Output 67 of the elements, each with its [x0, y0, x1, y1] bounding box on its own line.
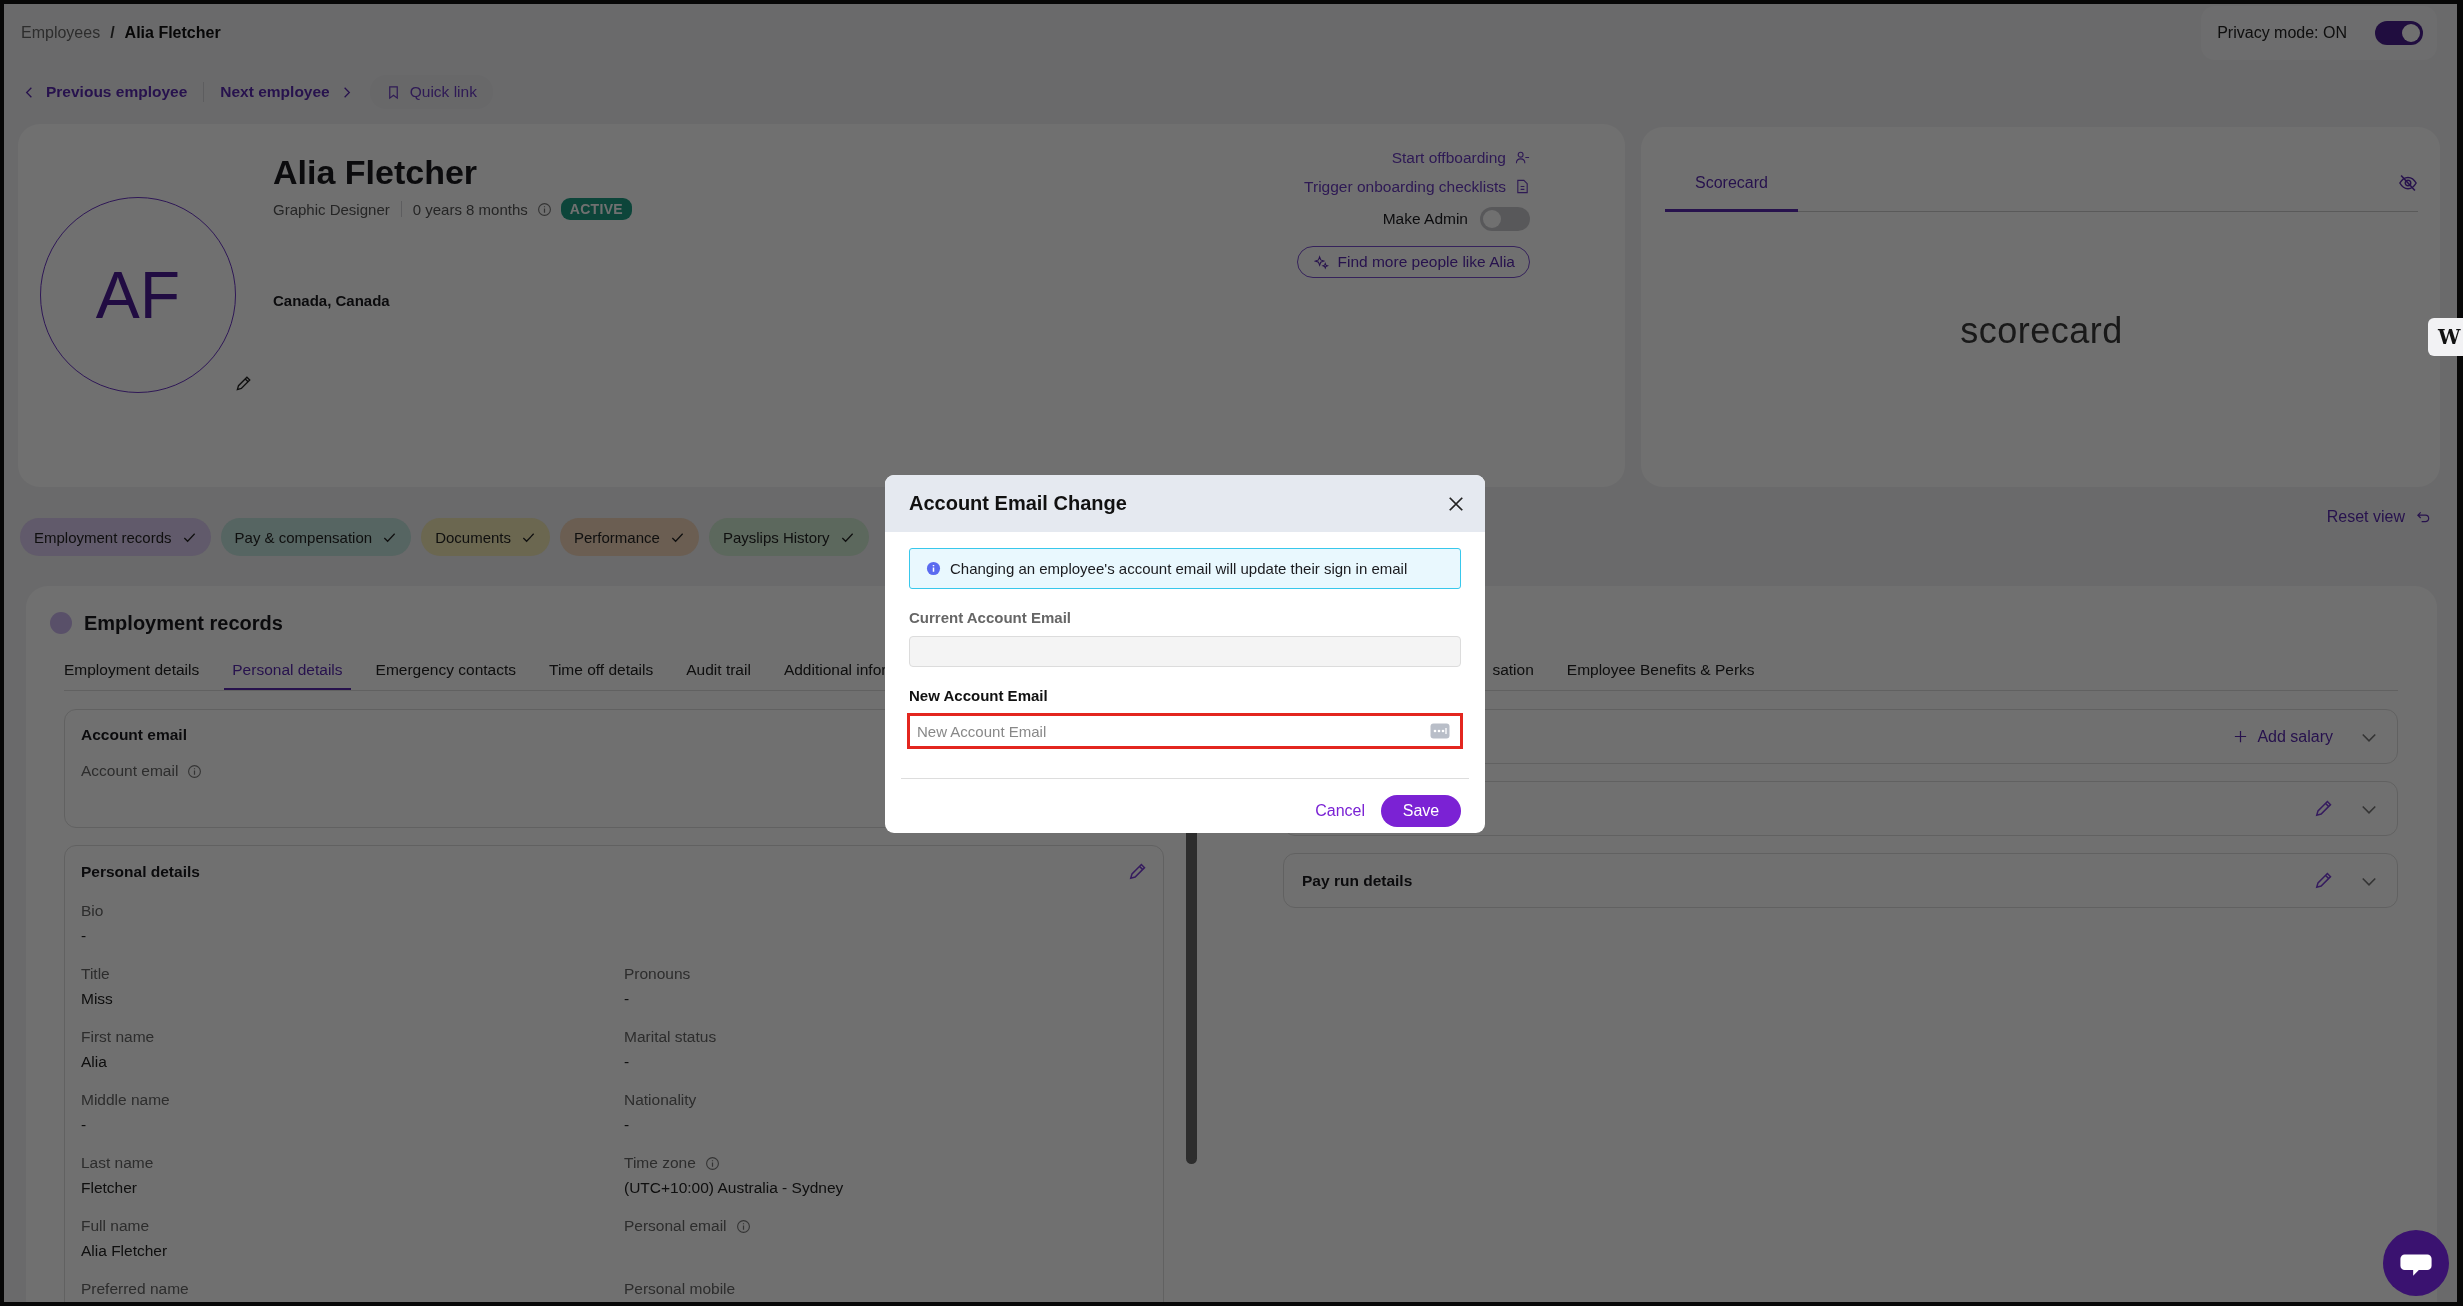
scorecard-heading: scorecard: [1960, 310, 2123, 352]
field-label: Last name: [81, 1154, 154, 1172]
field-label: Nationality: [624, 1091, 697, 1109]
field-label: Account email: [81, 762, 179, 780]
tab[interactable]: Emergency contacts: [367, 652, 524, 690]
tab[interactable]: Audit trail: [678, 652, 759, 690]
tab[interactable]: sation: [1484, 652, 1542, 690]
alert-text: Changing an employee's account email will update their sign in email: [950, 560, 1408, 577]
section-pill[interactable]: Documents: [421, 518, 550, 556]
next-employee-link[interactable]: Next employee: [220, 83, 354, 101]
section-pill[interactable]: Employment records: [20, 518, 211, 556]
section-title: Employment records: [84, 611, 283, 635]
field-value: Alia Fletcher: [81, 1242, 168, 1259]
status-badge: ACTIVE: [560, 198, 632, 220]
new-email-field[interactable]: New Account Email: [907, 713, 1463, 749]
field-label: Personal mobile: [624, 1280, 736, 1298]
field-value: -: [624, 1053, 630, 1070]
field-value: Alia: [81, 1053, 107, 1070]
section-pill[interactable]: Payslips History: [708, 518, 869, 556]
field-label: Bio: [81, 902, 104, 920]
scorecard-tab[interactable]: Scorecard: [1665, 155, 1798, 212]
field-value: -: [624, 1116, 630, 1133]
section-pill[interactable]: Performance: [560, 518, 699, 556]
field-label: Pronouns: [624, 965, 691, 983]
field-value: -: [624, 990, 630, 1007]
make-admin-label: Make Admin: [1382, 210, 1468, 228]
tab[interactable]: Personal details: [224, 652, 351, 690]
tab[interactable]: Employee Benefits & Perks: [1558, 652, 1763, 690]
save-button[interactable]: Save: [1381, 795, 1461, 827]
field-value: -: [81, 1116, 87, 1133]
field-label: Time zone: [624, 1154, 696, 1172]
field-label: Full name: [81, 1217, 150, 1235]
tenure: 0 years 8 months: [412, 200, 528, 218]
panel-title: Personal details: [81, 863, 200, 881]
field-label: New Account Email: [909, 687, 1049, 706]
field-label: First name: [81, 1028, 155, 1046]
cancel-button[interactable]: Cancel: [1315, 802, 1365, 820]
employee-name: Alia Fletcher: [273, 152, 479, 193]
breadcrumb-link[interactable]: Alia Fletcher: [124, 24, 221, 42]
privacy-mode-label: Privacy mode: ON: [2217, 24, 2347, 42]
field-label: Middle name: [81, 1091, 170, 1109]
find-more-button[interactable]: Find more people like Alia: [1296, 246, 1530, 278]
field-label: Title: [81, 965, 110, 983]
field-label: Current Account Email: [909, 609, 1072, 628]
breadcrumb-separator: /: [110, 24, 115, 42]
section-pill[interactable]: Pay & compensation: [220, 518, 412, 556]
field-value: -: [81, 927, 87, 944]
field-value: (UTC+10:00) Australia - Sydney: [624, 1179, 844, 1196]
field-label: Marital status: [624, 1028, 717, 1046]
side-widget-tab[interactable]: W: [2428, 318, 2463, 356]
trigger-onboarding-link[interactable]: Trigger onboarding checklists: [1304, 172, 1530, 201]
field-label: Personal email: [624, 1217, 727, 1235]
start-offboarding-link[interactable]: Start offboarding: [1391, 143, 1530, 172]
panel-title: Account email: [81, 726, 187, 744]
panel-title: Pay run details: [1302, 871, 1413, 890]
dialog-title: Account Email Change: [909, 492, 1127, 515]
field-label: Preferred name: [81, 1280, 189, 1298]
breadcrumb-link[interactable]: Employees: [21, 24, 101, 42]
tab[interactable]: Time off details: [541, 652, 662, 690]
field-value: Fletcher: [81, 1179, 137, 1196]
job-title: Graphic Designer: [273, 200, 390, 218]
add-salary-link[interactable]: Add salary: [2233, 727, 2333, 746]
previous-employee-link[interactable]: Previous employee: [22, 83, 188, 101]
tab[interactable]: Employment details: [56, 652, 208, 690]
location: Canada, Canada: [273, 292, 391, 309]
reset-view-link[interactable]: Reset view: [2326, 508, 2437, 526]
field-value: Miss: [81, 990, 113, 1007]
